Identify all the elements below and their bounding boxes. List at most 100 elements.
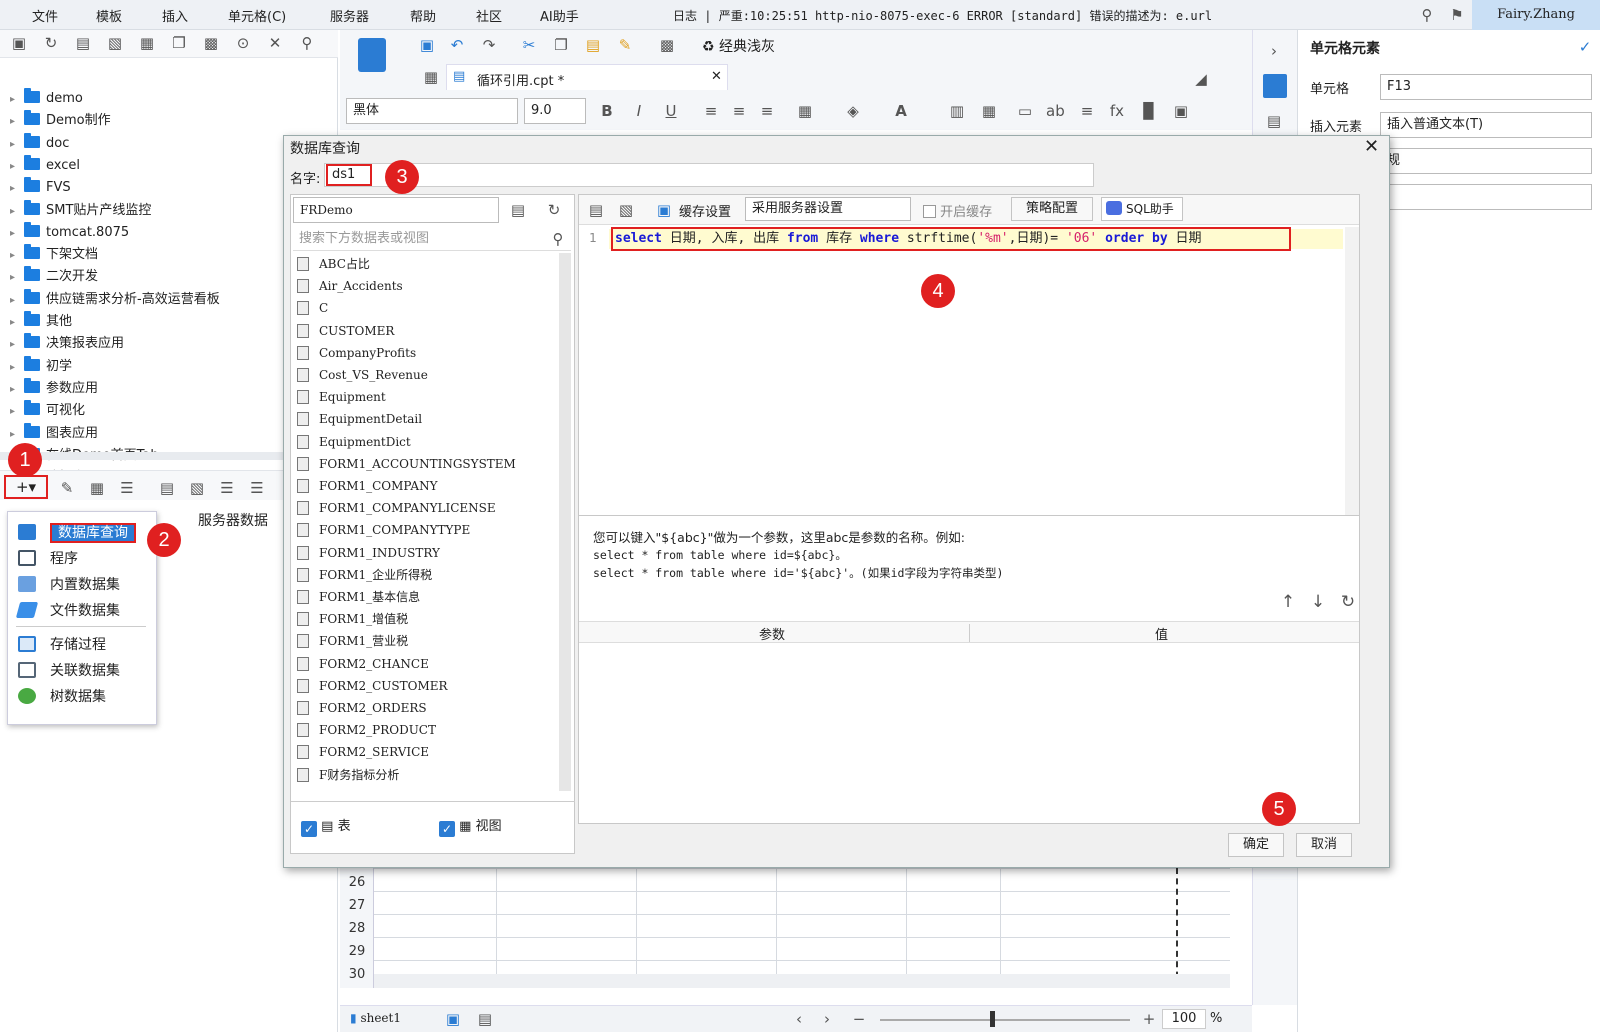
- preview-icon[interactable]: ▤: [158, 479, 176, 497]
- text-icon[interactable]: ab: [1046, 102, 1065, 120]
- table-list-item[interactable]: C: [297, 297, 328, 319]
- tree-folder[interactable]: ▸ Demo制作: [10, 110, 111, 132]
- table-list-item[interactable]: FORM1_COMPANYTYPE: [297, 519, 470, 541]
- tree-folder[interactable]: ▸ 初学: [10, 355, 72, 379]
- tree-folder[interactable]: ▸ 二次开发: [10, 266, 98, 288]
- unmerge-icon[interactable]: ▦: [980, 102, 998, 120]
- table-list-item[interactable]: FORM1_企业所得税: [297, 564, 432, 586]
- add-report-icon[interactable]: ▤: [476, 1010, 494, 1028]
- table-list-item[interactable]: FORM2_CUSTOMER: [297, 675, 448, 697]
- sheet-tab[interactable]: ▮ sheet1: [350, 1011, 401, 1025]
- template-icon[interactable]: ▤: [74, 34, 92, 52]
- edit-icon[interactable]: ✎: [58, 479, 76, 497]
- table-list-item[interactable]: FORM1_基本信息: [297, 586, 420, 608]
- tree-folder[interactable]: ▸ 图表应用: [10, 422, 98, 445]
- insert-element-select[interactable]: 插入普通文本(T): [1380, 112, 1592, 138]
- menu-file[interactable]: 文件: [32, 6, 58, 25]
- align-center-icon[interactable]: ≡: [730, 102, 748, 120]
- table-list-item[interactable]: EquipmentDetail: [297, 408, 422, 430]
- cancel-button[interactable]: 取消: [1296, 833, 1352, 857]
- menu-community[interactable]: 社区: [476, 6, 502, 25]
- expand-arrow-icon[interactable]: ▸: [10, 334, 24, 356]
- table-list-item[interactable]: ABC占比: [297, 253, 370, 275]
- refresh-icon[interactable]: ↻: [42, 34, 60, 52]
- table-list-item[interactable]: Cost_VS_Revenue: [297, 364, 428, 386]
- menu-cell[interactable]: 单元格(C): [228, 6, 286, 25]
- close-tab-icon[interactable]: ✕: [711, 69, 722, 84]
- menu-template[interactable]: 模板: [96, 6, 122, 25]
- search-icon[interactable]: ⚲: [298, 34, 316, 52]
- expand-arrow-icon[interactable]: ▸: [10, 357, 24, 379]
- open-cache-checkbox[interactable]: 开启缓存: [923, 201, 992, 220]
- style-preset[interactable]: ♻ 经典浅灰: [702, 36, 775, 56]
- cell-element-tab-icon[interactable]: [1263, 74, 1287, 98]
- expand-arrow-icon[interactable]: ▸: [10, 401, 24, 423]
- add-dataset-button[interactable]: +▾: [4, 475, 48, 499]
- expand-arrow-icon[interactable]: ▸: [10, 267, 24, 289]
- ok-button[interactable]: 确定: [1228, 833, 1284, 857]
- menu-item-stored-procedure[interactable]: 存储过程: [18, 634, 106, 656]
- table-list-item[interactable]: F财务指标分析: [297, 764, 399, 786]
- table-search-input[interactable]: 搜索下方数据表或视图: [293, 227, 571, 251]
- undo-icon[interactable]: ↶: [448, 36, 466, 54]
- expand-arrow-icon[interactable]: ▸: [10, 134, 24, 156]
- align-right-icon[interactable]: ≡: [758, 102, 776, 120]
- menu-item-file-dataset[interactable]: 文件数据集: [15, 600, 120, 622]
- table-list-item[interactable]: FORM2_PRODUCT: [297, 719, 436, 741]
- table-list-item[interactable]: FORM2_SERVICE: [297, 741, 429, 763]
- sql-scrollbar[interactable]: [1345, 227, 1359, 515]
- name-input[interactable]: ds1: [326, 164, 372, 186]
- redo-icon[interactable]: ↷: [480, 36, 498, 54]
- zoom-in-icon[interactable]: +: [1140, 1010, 1158, 1028]
- move-up-icon[interactable]: ↑: [1279, 593, 1297, 611]
- dataset-edit-icon[interactable]: ▧: [188, 479, 206, 497]
- menu-item-program[interactable]: 程序: [18, 548, 78, 570]
- expand-arrow-icon[interactable]: ▸: [10, 379, 24, 401]
- copy-icon[interactable]: ❐: [170, 34, 188, 52]
- cell-attr-tab-icon[interactable]: ▤: [1265, 112, 1283, 130]
- menu-insert[interactable]: 插入: [162, 6, 188, 25]
- table-list-item[interactable]: FORM1_INDUSTRY: [297, 542, 440, 564]
- menu-help[interactable]: 帮助: [410, 6, 436, 25]
- table-list-item[interactable]: FORM1_COMPANYLICENSE: [297, 497, 496, 519]
- add-sheet-icon[interactable]: ▣: [444, 1010, 462, 1028]
- database-select[interactable]: FRDemo: [293, 197, 499, 223]
- font-size-select[interactable]: 9.0: [524, 98, 586, 124]
- zoom-input[interactable]: 100: [1162, 1009, 1206, 1029]
- cache-icon[interactable]: ▣: [655, 201, 673, 219]
- horizontal-scrollbar[interactable]: [374, 974, 1230, 988]
- bell-icon[interactable]: ⚑: [1448, 6, 1466, 24]
- table-checkbox[interactable]: ✓ ▤ 表: [301, 815, 351, 837]
- table-list-item[interactable]: CUSTOMER: [297, 320, 394, 342]
- delete-icon[interactable]: ▦: [88, 479, 106, 497]
- cell-field[interactable]: F13: [1380, 74, 1592, 100]
- close-icon[interactable]: ✕: [1364, 136, 1379, 157]
- recycle-icon[interactable]: ▩: [202, 34, 220, 52]
- zoom-slider-handle[interactable]: [990, 1011, 995, 1027]
- preview-icon[interactable]: ▤: [587, 201, 605, 219]
- menu-item-join-dataset[interactable]: 关联数据集: [18, 660, 120, 682]
- tab-menu-icon[interactable]: ◢: [1192, 70, 1210, 88]
- cache-mode-select[interactable]: 采用服务器设置: [745, 197, 911, 221]
- database-icon[interactable]: ☰: [118, 479, 136, 497]
- font-family-select[interactable]: 黑体: [346, 98, 518, 124]
- template-icon[interactable]: [358, 38, 386, 72]
- underline-icon[interactable]: U: [662, 102, 680, 120]
- expand-arrow-icon[interactable]: ▸: [10, 223, 24, 245]
- tree-folder[interactable]: ▸ doc: [10, 132, 69, 156]
- next-page-icon[interactable]: ›: [818, 1010, 836, 1028]
- menu-item-builtin-dataset[interactable]: 内置数据集: [18, 574, 120, 596]
- db-edit-icon[interactable]: ▤: [509, 201, 527, 219]
- view-checkbox[interactable]: ✓ ▦ 视图: [439, 815, 502, 837]
- expand-arrow-icon[interactable]: ▸: [10, 178, 24, 200]
- italic-icon[interactable]: I: [630, 102, 648, 120]
- menu-ai-assistant[interactable]: AI助手: [540, 6, 579, 25]
- menu-item-tree-dataset[interactable]: 树数据集: [18, 686, 106, 708]
- table-list-item[interactable]: FORM1_增值税: [297, 608, 408, 630]
- fill-color-icon[interactable]: ◈: [844, 102, 862, 120]
- table-list-item[interactable]: FORM2_ORDERS: [297, 697, 427, 719]
- refresh-params-icon[interactable]: ↻: [1339, 593, 1357, 611]
- sql-helper-button[interactable]: SQL助手: [1101, 197, 1183, 221]
- table-list-item[interactable]: FORM1_营业税: [297, 630, 408, 652]
- align-left-icon[interactable]: ≡: [702, 102, 720, 120]
